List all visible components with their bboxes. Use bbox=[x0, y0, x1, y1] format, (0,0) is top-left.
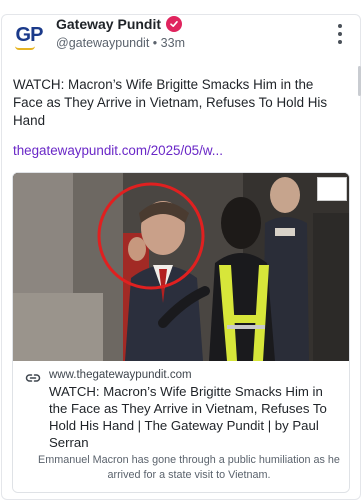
avatar[interactable]: GP bbox=[12, 18, 46, 52]
verified-badge-icon bbox=[166, 16, 183, 32]
link-icon bbox=[25, 374, 41, 382]
preview-title[interactable]: WATCH: Macron’s Wife Brigitte Smacks Him… bbox=[49, 383, 341, 451]
author-row: Gateway Pundit bbox=[56, 16, 183, 32]
handle-row: @gatewaypundit • 33m bbox=[56, 36, 185, 50]
more-options-icon[interactable] bbox=[334, 22, 346, 46]
scrollbar-thumb[interactable] bbox=[358, 66, 361, 96]
preview-meta: www.thegatewaypundit.com WATCH: Macron’s… bbox=[13, 361, 349, 492]
link-preview-card[interactable]: www.thegatewaypundit.com WATCH: Macron’s… bbox=[12, 172, 350, 493]
preview-description: Emmanuel Macron has gone through a publi… bbox=[38, 454, 340, 481]
post-header: GP Gateway Pundit @gatewaypundit • 33m bbox=[12, 16, 352, 56]
author-handle[interactable]: @gatewaypundit bbox=[56, 36, 149, 50]
preview-photo-illustration bbox=[13, 173, 349, 361]
post-link[interactable]: thegatewaypundit.com/2025/05/w... bbox=[13, 143, 223, 158]
image-corner-badge bbox=[317, 177, 347, 201]
preview-domain: www.thegatewaypundit.com bbox=[49, 369, 192, 381]
post-time[interactable]: 33m bbox=[161, 36, 185, 50]
post-text: WATCH: Macron’s Wife Brigitte Smacks Him… bbox=[13, 77, 328, 128]
preview-image[interactable] bbox=[13, 173, 349, 361]
author-name[interactable]: Gateway Pundit bbox=[56, 16, 161, 32]
avatar-swoosh bbox=[15, 46, 35, 50]
avatar-logo: GP bbox=[15, 23, 44, 46]
separator-dot: • bbox=[152, 36, 158, 50]
